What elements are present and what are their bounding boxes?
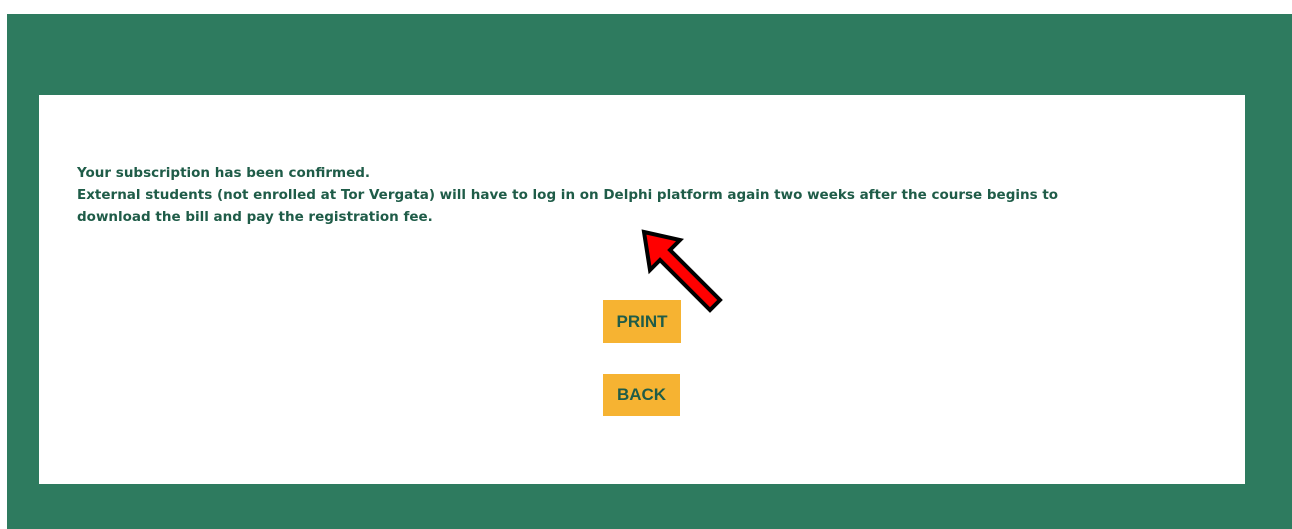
confirmation-message: Your subscription has been confirmed. Ex… [77,162,1197,228]
message-line-3: download the bill and pay the registrati… [77,209,433,225]
message-line-1: Your subscription has been confirmed. [77,165,371,181]
message-line-2: External students (not enrolled at Tor V… [77,187,1059,203]
page-frame: Your subscription has been confirmed. Ex… [7,14,1292,529]
confirmation-panel: Your subscription has been confirmed. Ex… [39,95,1245,484]
print-button[interactable]: PRINT [603,300,681,343]
back-button[interactable]: BACK [603,374,680,416]
